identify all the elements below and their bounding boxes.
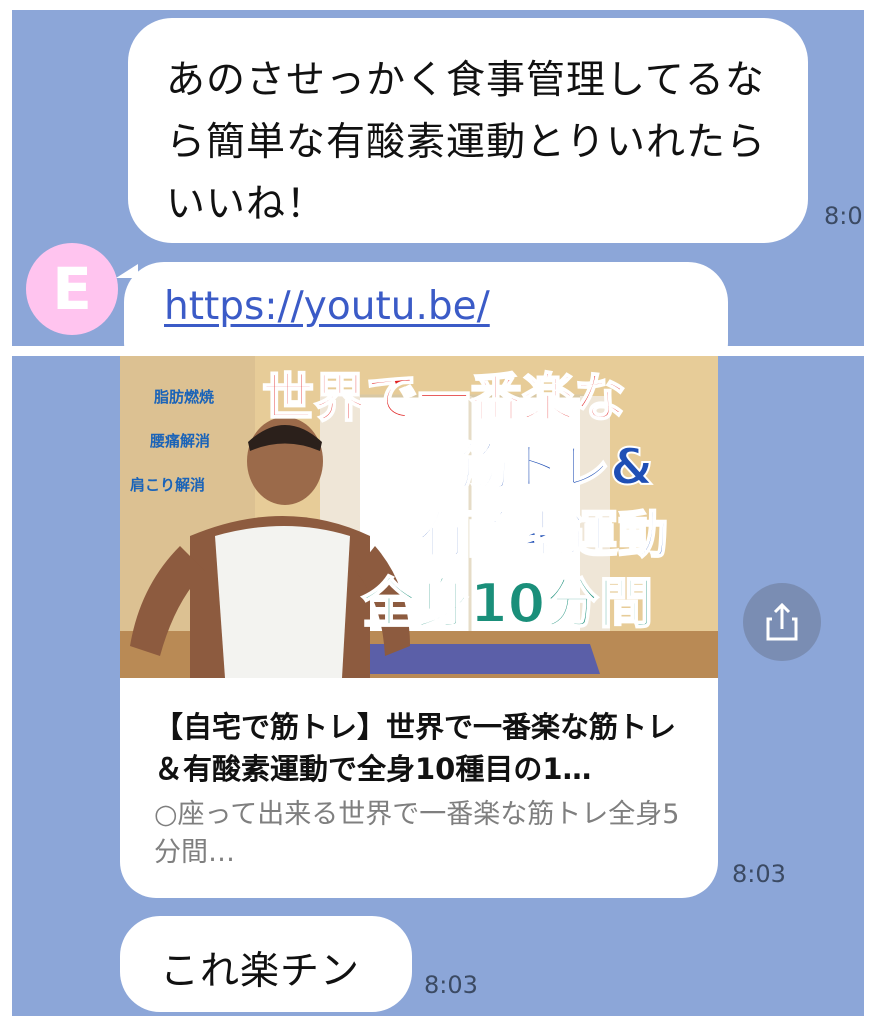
video-title[interactable]: 【自宅で筋トレ】世界で一番楽な筋トレ＆有酸素運動で全身10種目の1… bbox=[154, 706, 694, 790]
message-time: 8:01 bbox=[824, 202, 864, 230]
message-time: 8:03 bbox=[424, 971, 478, 999]
thumb-headline: 世界で一番楽な bbox=[262, 369, 626, 429]
message-text: これ楽チン bbox=[160, 949, 361, 994]
thumb-tag: 肩こり解消 bbox=[130, 476, 205, 494]
chat-panel-bottom: 脂肪燃焼 腰痛解消 肩こり解消 世界で一番楽な 筋トレ& 有酸素運動 全身10分… bbox=[12, 356, 864, 1016]
share-icon bbox=[766, 602, 798, 641]
video-card[interactable]: 脂肪燃焼 腰痛解消 肩こり解消 世界で一番楽な 筋トレ& 有酸素運動 全身10分… bbox=[120, 356, 718, 898]
video-description: ○座って出来る世界で一番楽な筋トレ全身5分間… bbox=[154, 799, 680, 868]
message-text: あのさせっかく食事管理してるなら簡単な有酸素運動とりいれたらいいね！ bbox=[166, 58, 767, 227]
message-bubble[interactable]: あのさせっかく食事管理してるなら簡単な有酸素運動とりいれたらいいね！ bbox=[128, 18, 808, 243]
thumb-tag: 腰痛解消 bbox=[149, 432, 210, 450]
thumb-tag: 脂肪燃焼 bbox=[154, 388, 214, 406]
thumb-line3: 有酸素運動 bbox=[418, 506, 668, 564]
chat-panel-top: あのさせっかく食事管理してるなら簡単な有酸素運動とりいれたらいいね！ 8:01 … bbox=[12, 10, 864, 346]
video-thumbnail[interactable]: 脂肪燃焼 腰痛解消 肩こり解消 世界で一番楽な 筋トレ& 有酸素運動 全身10分… bbox=[120, 356, 718, 678]
avatar-letter: E bbox=[52, 255, 92, 323]
thumb-line2: 筋トレ& bbox=[460, 438, 654, 496]
avatar[interactable]: E bbox=[26, 243, 118, 335]
link-bubble[interactable]: https://youtu.be/ bbox=[124, 262, 728, 346]
message-time: 8:03 bbox=[732, 860, 786, 888]
link-url[interactable]: https://youtu.be/ bbox=[164, 284, 490, 329]
share-button[interactable] bbox=[743, 583, 821, 661]
thumb-line4: 全身10分間 bbox=[361, 572, 653, 635]
message-bubble[interactable]: これ楽チン bbox=[120, 916, 412, 1012]
